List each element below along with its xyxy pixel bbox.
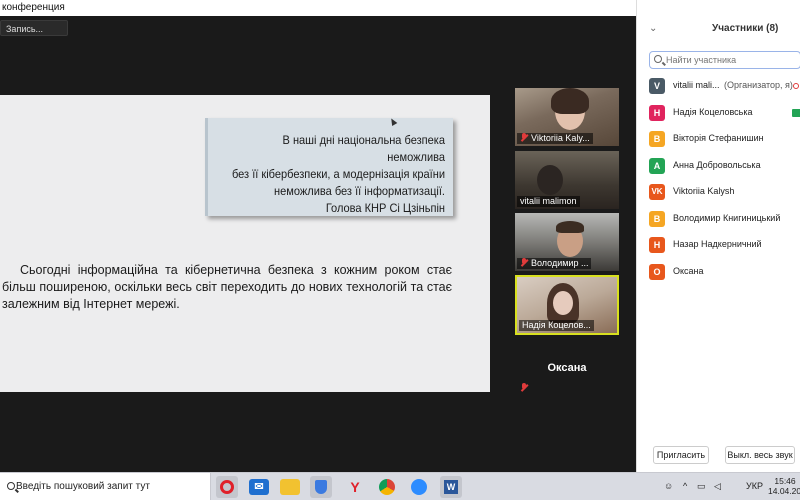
opera-icon[interactable] xyxy=(216,476,238,498)
participant-row[interactable]: В Вікторія Стефанишин xyxy=(637,127,800,154)
zoom-icon[interactable] xyxy=(408,476,430,498)
tile-name: Володимир ... xyxy=(517,258,592,269)
word-icon[interactable]: W xyxy=(440,476,462,498)
participant-name: Оксана xyxy=(673,265,704,276)
user-tray-icon[interactable]: ☺ xyxy=(664,481,673,491)
tile-name xyxy=(517,383,534,394)
mute-all-button[interactable]: Выкл. весь звук xyxy=(725,446,795,464)
participant-search[interactable] xyxy=(649,51,800,69)
mic-muted-icon xyxy=(520,258,528,267)
tile-name: Viktoriia Kaly... xyxy=(517,133,593,144)
video-tile[interactable]: Viktoriia Kaly... xyxy=(515,88,619,146)
search-input[interactable] xyxy=(666,53,796,67)
avatar: V xyxy=(649,78,665,94)
participant-row[interactable]: Н Надія Коцеловська xyxy=(637,101,800,128)
avatar: В xyxy=(649,210,665,227)
recording-dot-icon xyxy=(793,83,799,89)
avatar: А xyxy=(649,157,665,174)
yandex-icon[interactable]: Y xyxy=(344,476,366,498)
network-icon[interactable]: ▭ xyxy=(697,481,706,492)
quote-text: В наші дні національна безпека неможлива… xyxy=(228,132,445,217)
avatar: Н xyxy=(649,237,665,253)
slide-body-text: Сьогодні інформаційна та кібернетична бе… xyxy=(2,263,452,311)
taskbar-search[interactable]: Введіть пошуковий запит тут xyxy=(0,473,211,500)
participant-row[interactable]: VK Viktoriia Kalysh xyxy=(637,180,800,207)
avatar: В xyxy=(649,131,665,147)
participant-row[interactable]: Н Назар Надкерничний xyxy=(637,233,800,260)
avatar: Н xyxy=(649,104,665,121)
participant-name: Анна Добровольська xyxy=(673,159,761,170)
taskbar-clock[interactable]: 15:46 14.04.202 xyxy=(768,476,800,496)
participant-name: Вікторія Стефанишин xyxy=(673,133,764,143)
video-tile[interactable]: Оксана xyxy=(515,342,619,396)
quote-author: Голова КНР Сі Цзіньпін xyxy=(325,201,445,215)
window-title: конференция xyxy=(0,0,636,16)
participant-name: Viktoriia Kalysh xyxy=(673,186,735,196)
mail-icon[interactable]: ✉ xyxy=(249,479,269,495)
taskbar: Введіть пошуковий запит тут ✉ Y W ☺ ^ ▭ … xyxy=(0,472,800,500)
taskbar-search-text: Введіть пошуковий запит тут xyxy=(16,481,150,492)
quote-line: без її кібербезпеки, а модернізація краї… xyxy=(231,167,445,181)
time: 15:46 xyxy=(774,476,796,486)
chevron-down-icon[interactable]: ⌄ xyxy=(649,23,657,34)
tile-center-name: Оксана xyxy=(547,362,587,374)
quote-card: В наші дні національна безпека неможлива… xyxy=(205,118,453,216)
input-language[interactable]: УКР xyxy=(746,481,763,491)
participant-video xyxy=(537,165,563,195)
mic-muted-icon xyxy=(520,133,528,142)
video-on-icon xyxy=(792,108,800,117)
participants-panel: ⌄ Участники (8) V vitalii mali... (Орган… xyxy=(636,0,800,472)
avatar: О xyxy=(649,263,665,280)
chevron-up-icon[interactable]: ^ xyxy=(683,481,687,491)
recording-indicator[interactable]: Запись... xyxy=(0,20,68,36)
video-tile[interactable]: Володимир ... xyxy=(515,213,619,271)
screen: конференция Запись... В наші дні націона… xyxy=(0,0,800,500)
invite-button[interactable]: Пригласить xyxy=(653,446,709,464)
participant-row[interactable]: О Оксана xyxy=(637,260,800,287)
shield-icon[interactable] xyxy=(310,476,332,498)
participant-name: vitalii mali... xyxy=(673,80,720,90)
chrome-icon[interactable] xyxy=(376,476,398,498)
participant-role: (Организатор, я) xyxy=(724,80,793,90)
quote-line: В наші дні національна безпека неможлива xyxy=(282,133,445,164)
date: 14.04.202 xyxy=(768,486,800,496)
tile-name: Надія Коцелов... xyxy=(519,320,594,331)
participant-face xyxy=(553,291,573,315)
quote-line: неможлива без її інформатизації. xyxy=(274,184,445,198)
video-tile-active-speaker[interactable]: Надія Коцелов... xyxy=(515,275,619,335)
speaker-icon[interactable]: ◁ xyxy=(714,481,721,492)
folder-icon[interactable] xyxy=(280,479,300,495)
panel-header: ⌄ Участники (8) xyxy=(637,20,800,40)
mic-muted-icon xyxy=(520,383,528,392)
video-tile[interactable]: vitalii malimon xyxy=(515,151,619,209)
participant-name: Надія Коцеловська xyxy=(673,106,753,117)
participant-row[interactable]: В Володимир Книгиницький xyxy=(637,207,800,234)
search-icon xyxy=(654,55,662,63)
participant-hair xyxy=(551,88,589,114)
participant-hair xyxy=(556,221,584,233)
shared-slide: В наші дні національна безпека неможлива… xyxy=(0,95,490,392)
participant-name: Володимир Книгиницький xyxy=(673,212,781,223)
participant-row[interactable]: V vitalii mali... (Организатор, я) xyxy=(637,74,800,101)
avatar: VK xyxy=(649,184,665,200)
participant-list: V vitalii mali... (Организатор, я) Н Над… xyxy=(637,74,800,286)
participant-row[interactable]: А Анна Добровольська xyxy=(637,154,800,181)
panel-title: Участники (8) xyxy=(712,23,779,34)
search-icon xyxy=(7,482,15,490)
tile-name: vitalii malimon xyxy=(517,196,580,207)
participant-name: Назар Надкерничний xyxy=(673,239,762,249)
